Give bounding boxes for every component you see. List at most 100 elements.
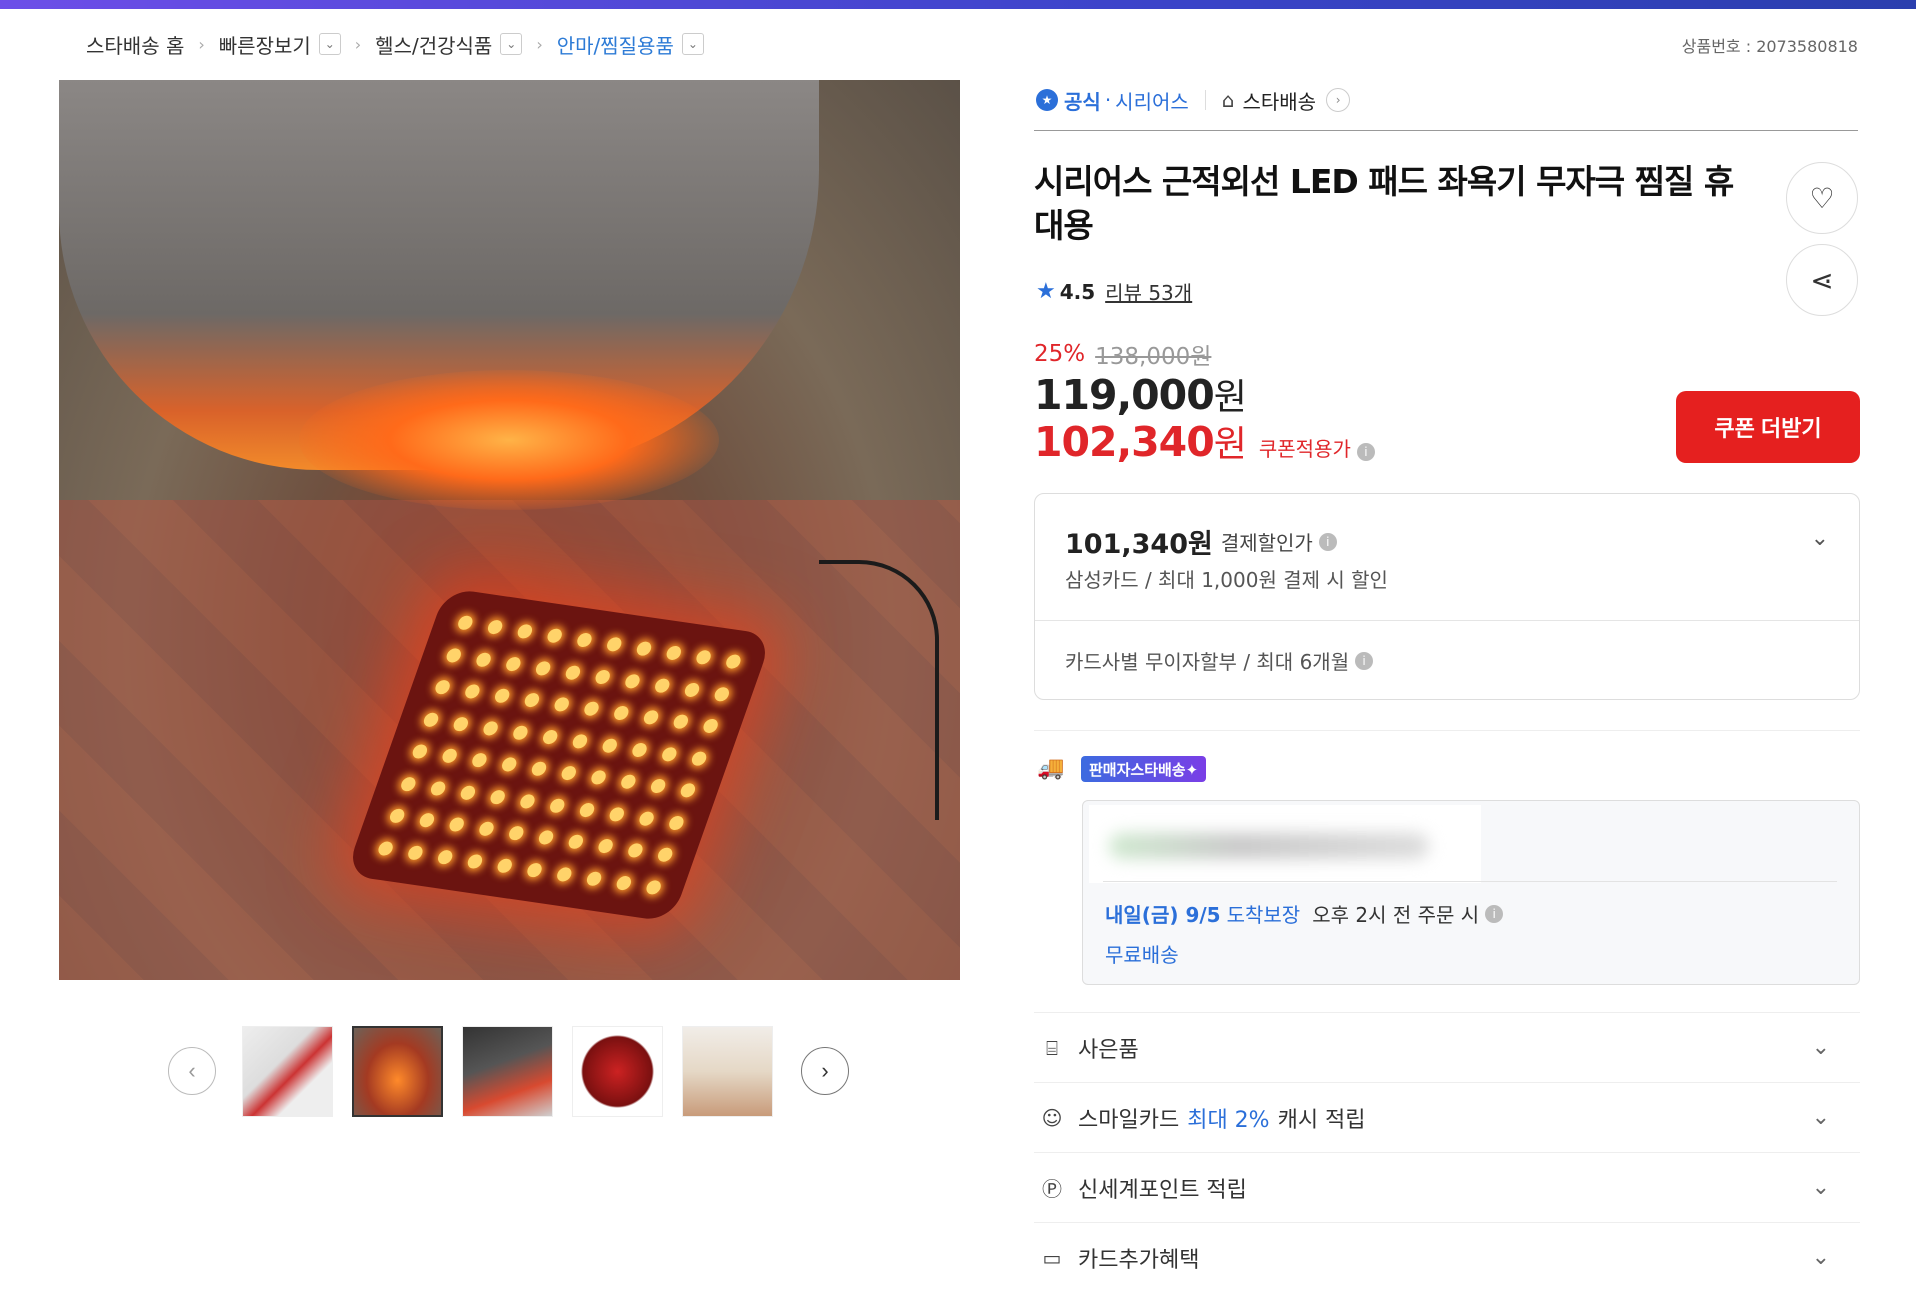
led-dot <box>671 713 690 730</box>
led-dot <box>614 874 633 891</box>
chevron-down-icon[interactable]: ⌄ <box>318 33 341 55</box>
led-dot <box>551 696 571 713</box>
thumbnail-strip <box>242 1026 773 1117</box>
info-icon[interactable]: i <box>1355 651 1374 670</box>
led-dot <box>410 743 429 760</box>
led-dot <box>723 653 742 670</box>
blurred-address <box>1089 805 1481 883</box>
led-dot <box>593 668 612 685</box>
review-link[interactable]: 리뷰 53개 <box>1105 277 1192 306</box>
led-dot <box>622 673 642 689</box>
led-dot <box>465 853 484 870</box>
led-dot <box>641 709 660 726</box>
chevron-down-icon[interactable]: ⌄ <box>500 33 523 55</box>
breadcrumb-home[interactable]: 스타배송 홈 <box>86 30 184 59</box>
led-dot <box>387 808 406 824</box>
led-dot <box>595 838 615 855</box>
led-dot <box>689 750 708 767</box>
thumbnail-prev-button[interactable]: ‹ <box>168 1047 216 1095</box>
chevron-down-icon[interactable]: ⌄ <box>1812 1175 1830 1200</box>
chevron-down-icon[interactable]: ⌄ <box>1812 1245 1830 1270</box>
led-dot <box>544 627 564 644</box>
led-dot <box>451 715 470 732</box>
chevron-down-icon[interactable]: ⌄ <box>1812 1105 1830 1130</box>
led-dot <box>712 686 731 702</box>
led-dot <box>566 834 585 850</box>
led-dot <box>659 746 679 762</box>
led-dot <box>506 825 525 842</box>
chevron-right-icon[interactable]: › <box>1326 88 1351 112</box>
led-dot <box>664 645 683 662</box>
thumbnail-next-button[interactable]: › <box>801 1047 849 1095</box>
breadcrumb-massage[interactable]: 안마/찜질용품 ⌄ <box>557 30 704 59</box>
gift-icon: ⌸ <box>1046 1035 1058 1060</box>
rating: ★ 4.5 리뷰 53개 <box>1036 277 1193 306</box>
chevron-down-icon[interactable]: ⌄ <box>681 33 704 55</box>
chevron-down-icon[interactable]: ⌄ <box>1812 1035 1830 1060</box>
led-dot <box>492 688 511 704</box>
led-dot <box>474 651 493 668</box>
led-dot <box>600 737 619 754</box>
led-dot <box>499 756 518 773</box>
card-icon: ▭ <box>1042 1245 1062 1270</box>
brand-row: ★ 공식 · 시리어스 ⌂ 스타배송 › <box>1036 85 1351 115</box>
led-dot <box>462 683 481 700</box>
led-dot <box>682 681 701 698</box>
thumbnail[interactable] <box>462 1026 553 1117</box>
led-dot <box>577 801 596 818</box>
info-icon[interactable]: i <box>1485 904 1504 923</box>
thumbnail[interactable] <box>682 1026 773 1117</box>
led-dot <box>584 870 603 887</box>
led-dot <box>481 720 500 737</box>
free-shipping: 무료배송 <box>1105 943 1179 967</box>
led-dot <box>536 829 555 846</box>
info-icon[interactable]: i <box>1356 443 1375 461</box>
led-dot <box>421 711 440 728</box>
led-dot <box>625 842 644 859</box>
led-dot <box>554 866 574 883</box>
led-dot <box>634 640 653 657</box>
breadcrumb: 스타배송 홈 › 빠른장보기 ⌄ › 헬스/건강식품 ⌄ › 안마/찜질용품 ⌄ <box>86 30 704 58</box>
led-dot <box>574 632 594 649</box>
product-number: 상품번호 : 2073580818 <box>1681 37 1858 56</box>
seller-star-delivery-badge: 판매자스타배송✦ <box>1081 756 1207 782</box>
led-dot <box>559 765 578 782</box>
led-dot <box>376 840 395 857</box>
payment-discount-box: 101,340원 결제할인가 i ⌄ 삼성카드 / 최대 1,000원 결제 시… <box>1034 493 1860 700</box>
thumbnail-selected[interactable] <box>352 1026 443 1117</box>
brand-link[interactable]: 시리어스 <box>1115 86 1189 115</box>
led-dot <box>563 664 582 681</box>
led-dot <box>540 728 559 745</box>
star-icon: ★ <box>1036 279 1056 304</box>
benefit-points[interactable]: Ⓟ 신세계포인트 적립 ⌄ <box>1034 1152 1860 1222</box>
chevron-right-icon: › <box>536 34 543 54</box>
share-button[interactable]: ⋖ <box>1786 244 1858 316</box>
coupon-more-button[interactable]: 쿠폰 더받기 <box>1676 391 1860 463</box>
led-dot <box>439 748 459 764</box>
led-dot <box>547 797 567 814</box>
led-dot <box>529 761 548 777</box>
discount-row: 25% 138,000원 <box>1034 341 1212 370</box>
chevron-down-icon[interactable]: ⌄ <box>1811 526 1829 551</box>
thumbnail[interactable] <box>572 1026 663 1117</box>
led-dot <box>398 775 418 792</box>
led-dot <box>432 679 452 696</box>
led-dot <box>637 810 656 827</box>
info-icon[interactable]: i <box>1318 532 1337 551</box>
top-accent-bar <box>0 0 1916 9</box>
breadcrumb-health[interactable]: 헬스/건강식품 ⌄ <box>375 30 523 59</box>
breadcrumb-quick-shop[interactable]: 빠른장보기 ⌄ <box>219 30 341 59</box>
benefit-gift[interactable]: ⌸ 사은품 ⌄ <box>1034 1012 1860 1082</box>
thumbnail[interactable] <box>242 1026 333 1117</box>
store-link[interactable]: 스타배송 <box>1242 86 1316 115</box>
led-dot <box>611 705 630 722</box>
smile-card-icon: ☺ <box>1041 1105 1063 1130</box>
led-dot <box>581 700 601 717</box>
main-product-image[interactable] <box>59 80 960 980</box>
led-dot <box>405 844 425 861</box>
led-dot <box>607 806 626 822</box>
benefit-card[interactable]: ▭ 카드추가혜택 ⌄ <box>1034 1222 1860 1292</box>
wishlist-button[interactable]: ♡ <box>1786 162 1858 234</box>
led-dot <box>648 778 667 795</box>
benefit-smile-card[interactable]: ☺ 스마일카드 최대 2% 캐시 적립 ⌄ <box>1034 1082 1860 1152</box>
